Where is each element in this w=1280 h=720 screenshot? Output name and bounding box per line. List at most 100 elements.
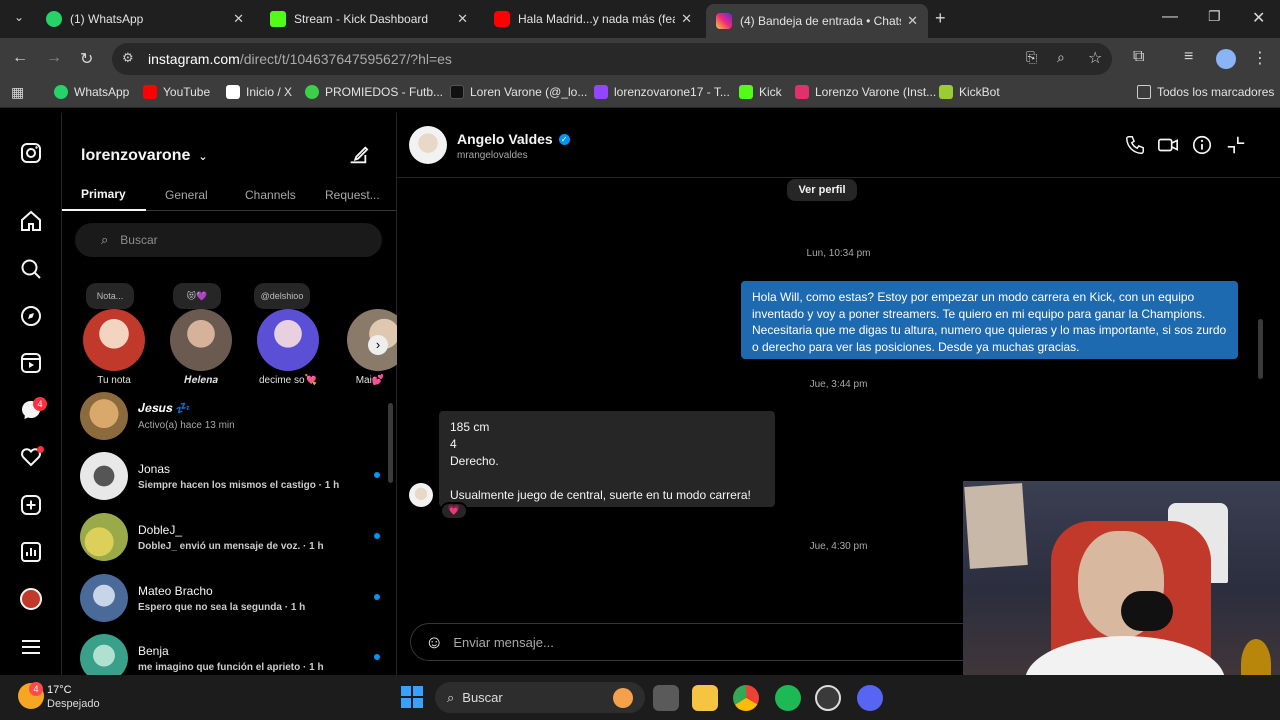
back-icon[interactable]: ←	[12, 49, 28, 67]
install-app-icon[interactable]: ⎘	[1026, 49, 1037, 66]
unread-dot	[374, 472, 380, 478]
avatar	[80, 452, 128, 500]
minimize-icon[interactable]: —	[1162, 8, 1178, 26]
tab-whatsapp[interactable]: (1) WhatsApp ✕	[36, 4, 254, 34]
reels-icon[interactable]	[19, 351, 43, 375]
spotify-icon[interactable]	[775, 685, 801, 711]
bookmark-youtube[interactable]: YouTube	[143, 85, 210, 99]
account-switcher[interactable]: lorenzovarone ⌄	[81, 147, 208, 165]
avatar	[83, 309, 145, 371]
apps-grid-icon[interactable]: ▦	[11, 84, 24, 101]
conversation-jesus[interactable]: 𝑱𝒆𝒔𝒖𝒔 💤 Activo(a) hace 13 min	[80, 388, 380, 444]
profile-avatar[interactable]	[1216, 49, 1236, 69]
zoom-icon[interactable]: ⌕	[1057, 49, 1065, 66]
file-explorer-icon[interactable]	[692, 685, 718, 711]
extensions-icon[interactable]: ⧉	[1133, 48, 1144, 66]
forward-icon[interactable]: →	[46, 49, 62, 67]
bookmark-kickbot[interactable]: KickBot	[939, 85, 1000, 99]
whatsapp-icon	[54, 85, 68, 99]
inbox-scrollbar[interactable]	[388, 403, 393, 483]
tab-instagram[interactable]: (4) Bandeja de entrada • Chats ✕	[706, 4, 928, 38]
tab-channels[interactable]: Channels	[245, 188, 296, 202]
bookmark-tiktok[interactable]: Loren Varone (@_lo...	[450, 85, 587, 99]
twitch-icon	[594, 85, 608, 99]
dashboard-icon[interactable]	[19, 540, 43, 564]
bookmark-whatsapp[interactable]: WhatsApp	[54, 85, 129, 99]
weather-temp: 17°C	[47, 684, 72, 696]
close-icon[interactable]: ✕	[457, 11, 468, 27]
restore-icon[interactable]: ❐	[1208, 8, 1221, 25]
inbox-panel: lorenzovarone ⌄ Primary General Channels …	[62, 113, 397, 682]
profile-avatar[interactable]	[20, 588, 42, 610]
conversation-mateo-bracho[interactable]: Mateo Bracho Espero que no sea la segunda…	[80, 570, 380, 626]
incoming-message[interactable]: 185 cm 4 Derecho. Usualmente juego de ce…	[439, 411, 775, 507]
close-icon[interactable]: ✕	[907, 13, 918, 29]
messages-badge: 4	[33, 397, 47, 411]
promiedos-icon	[305, 85, 319, 99]
discord-icon[interactable]	[857, 685, 883, 711]
video-call-icon[interactable]	[1157, 134, 1179, 156]
phone-call-icon[interactable]	[1124, 134, 1146, 156]
taskbar: 4 17°C Despejado ⌕ Buscar	[0, 675, 1280, 720]
site-info-icon[interactable]: ⚙	[122, 50, 134, 66]
media-icon[interactable]: ≡	[1184, 48, 1193, 66]
tab-kick[interactable]: Stream - Kick Dashboard ✕	[260, 4, 478, 34]
stories-next-button[interactable]: ›	[368, 335, 388, 355]
task-view-icon[interactable]	[653, 685, 679, 711]
new-message-icon[interactable]	[347, 144, 369, 166]
tab-requests[interactable]: Request...	[325, 188, 380, 202]
tab-general[interactable]: General	[165, 188, 208, 202]
nav-rail: 4	[0, 113, 62, 675]
chat-scrollbar[interactable]	[1258, 181, 1263, 481]
bookmark-kick[interactable]: Kick	[739, 85, 782, 99]
reload-icon[interactable]: ↻	[80, 49, 93, 69]
all-bookmarks[interactable]: Todos los marcadores	[1137, 85, 1274, 99]
search-input[interactable]: ⌕ Buscar	[75, 223, 382, 257]
view-profile-button[interactable]: Ver perfil	[787, 179, 857, 201]
explore-icon[interactable]	[19, 304, 43, 328]
outgoing-message[interactable]: Hola Will, como estas? Estoy por empezar…	[741, 281, 1238, 359]
search-icon: ⌕	[101, 232, 109, 247]
unread-dot	[374, 533, 380, 539]
conversation-doblej[interactable]: DobleJ_ DobleJ_ envió un mensaje de voz. …	[80, 509, 380, 565]
taskbar-search[interactable]: ⌕ Buscar	[435, 682, 645, 713]
bookmark-star-icon[interactable]: ☆	[1088, 48, 1102, 68]
windows-start-icon[interactable]	[401, 686, 423, 708]
bookmark-twitch[interactable]: lorenzovarone17 - T...	[594, 85, 730, 99]
reaction-badge[interactable]: 💗	[440, 502, 468, 520]
conversation-jonas[interactable]: Jonas Siempre hacen los mismos el castigo…	[80, 448, 380, 504]
instagram-logo-icon[interactable]	[19, 141, 43, 165]
bookmark-promiedos[interactable]: PROMIEDOS - Futb...	[305, 85, 443, 99]
create-icon[interactable]	[19, 493, 43, 517]
more-menu-icon[interactable]	[19, 635, 43, 659]
search-icon[interactable]	[19, 257, 43, 281]
whatsapp-icon	[46, 11, 62, 27]
tab-youtube[interactable]: Hala Madrid...y nada más (feat. ✕	[484, 4, 702, 34]
home-icon[interactable]	[19, 209, 43, 233]
kickbot-icon	[939, 85, 953, 99]
story-note-self[interactable]: Nota... Tu nota	[82, 283, 146, 386]
contact-avatar[interactable]	[409, 126, 447, 164]
notification-dot	[37, 446, 44, 453]
url-field[interactable]: ⚙ instagram.com/direct/t/104637647595627…	[112, 43, 1112, 75]
search-highlight-icon	[613, 688, 633, 708]
info-icon[interactable]	[1191, 134, 1213, 156]
bookmark-x[interactable]: Inicio / X	[226, 85, 292, 99]
instagram-icon	[795, 85, 809, 99]
emoji-icon[interactable]: ☺	[425, 632, 443, 653]
contact-name[interactable]: Angelo Valdes ✓	[457, 131, 570, 147]
close-icon[interactable]: ✕	[233, 11, 244, 27]
browser-tab-bar: (1) WhatsApp ✕ Stream - Kick Dashboard ✕…	[0, 0, 1280, 38]
new-tab-icon[interactable]: +	[935, 8, 946, 29]
obs-icon[interactable]	[815, 685, 841, 711]
close-icon[interactable]: ✕	[681, 11, 692, 27]
collapse-icon[interactable]	[1225, 134, 1247, 156]
bookmark-instagram[interactable]: Lorenzo Varone (Inst...	[795, 85, 936, 99]
tab-search-icon[interactable]: ⌄	[14, 10, 24, 24]
chrome-icon[interactable]	[733, 685, 759, 711]
story-note-delshioo[interactable]: @delshioo decime so💘	[254, 283, 320, 386]
menu-icon[interactable]: ⋮	[1252, 48, 1268, 68]
tab-primary[interactable]: Primary	[81, 187, 126, 201]
window-close-icon[interactable]: ✕	[1252, 8, 1265, 28]
story-note-helena[interactable]: 😻💜 𝑯𝒆𝒍𝒆𝒏𝒂	[169, 283, 233, 386]
